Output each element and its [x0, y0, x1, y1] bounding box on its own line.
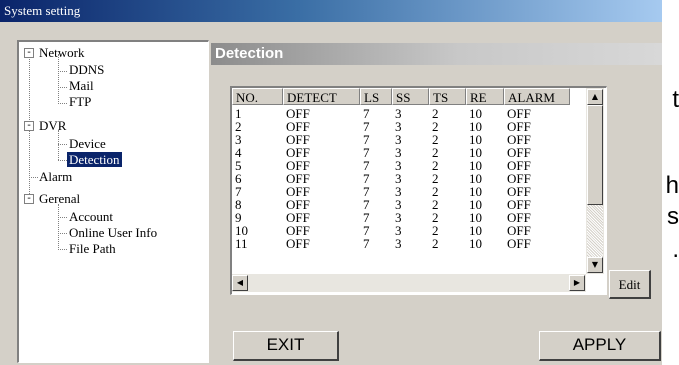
tree-item-account[interactable]: Account: [69, 209, 113, 224]
system-setting-window: System setting - Network DDNS Mail FTP -…: [0, 0, 662, 365]
window-title: System setting: [4, 3, 81, 18]
tree-item-alarm[interactable]: Alarm: [39, 169, 72, 184]
cell-ts: 2: [432, 236, 439, 251]
tree-connector: [58, 71, 67, 72]
table-body: 1 OFF 7 3 2 10 OFF 2 OFF 7 3 2 10 OFF 3 OFF 7 3 2 10 OFF 4 OFF…: [232, 107, 586, 250]
horizontal-scrollbar[interactable]: ◀ ▶: [232, 274, 586, 292]
cell-ls: 7: [363, 236, 370, 251]
panel-title: Detection: [215, 45, 284, 62]
tree-connector: [58, 130, 59, 160]
tree-item-general[interactable]: Gerenal: [39, 191, 80, 206]
tree-item-detection[interactable]: Detection: [67, 152, 122, 167]
column-header-ls[interactable]: LS: [360, 88, 392, 105]
table-row[interactable]: 11 OFF 7 3 2 10 OFF: [232, 237, 586, 250]
tree-item-network[interactable]: Network: [39, 45, 85, 60]
apply-button[interactable]: APPLY: [539, 331, 661, 361]
vertical-scrollbar[interactable]: ▲ ▼: [586, 88, 604, 274]
panel-header: Detection: [211, 43, 662, 65]
tree-item-ftp[interactable]: FTP: [69, 94, 91, 109]
tree-item-dvr[interactable]: DVR: [39, 118, 66, 133]
tree-item-device[interactable]: Device: [69, 136, 106, 151]
edit-button[interactable]: Edit: [609, 270, 651, 299]
detection-table[interactable]: NO. DETECT LS SS TS RE ALARM 1 OFF 7 3 2 10 OF…: [230, 86, 607, 295]
tree-item-online-user-info[interactable]: Online User Info: [69, 225, 157, 240]
tree-connector: [58, 249, 67, 250]
scroll-up-icon[interactable]: ▲: [587, 89, 603, 105]
column-header-ts[interactable]: TS: [429, 88, 466, 105]
background-fragment: h: [665, 172, 679, 199]
background-fragment: .: [672, 236, 679, 263]
tree-item-ddns[interactable]: DDNS: [69, 62, 104, 77]
scroll-down-icon[interactable]: ▼: [587, 257, 603, 273]
tree-item-file-path[interactable]: File Path: [69, 241, 116, 256]
tree-connector: [58, 160, 67, 161]
title-bar[interactable]: System setting: [0, 0, 662, 22]
column-header-detect[interactable]: DETECT: [283, 88, 360, 105]
tree-connector: [58, 144, 67, 145]
scroll-left-icon[interactable]: ◀: [232, 275, 248, 291]
tree-connector: [58, 103, 67, 104]
scroll-right-icon[interactable]: ▶: [569, 275, 585, 291]
cell-detect: OFF: [286, 236, 310, 251]
scroll-track[interactable]: [587, 205, 603, 257]
column-header-re[interactable]: RE: [466, 88, 504, 105]
tree-connector: [58, 87, 67, 88]
settings-tree[interactable]: - Network DDNS Mail FTP - DVR Device Det…: [17, 40, 209, 363]
cell-alarm: OFF: [507, 236, 531, 251]
tree-connector: [58, 54, 59, 104]
tree-connector: [58, 233, 67, 234]
collapse-network-icon[interactable]: -: [24, 48, 34, 58]
tree-connector: [29, 177, 38, 178]
cell-ss: 3: [395, 236, 402, 251]
background-fragment: t: [672, 86, 679, 113]
collapse-general-icon[interactable]: -: [24, 194, 34, 204]
tree-connector: [58, 204, 59, 250]
scroll-thumb[interactable]: [587, 105, 603, 205]
exit-button[interactable]: EXIT: [233, 331, 339, 361]
table-header: NO. DETECT LS SS TS RE ALARM: [232, 88, 586, 107]
tree-item-mail[interactable]: Mail: [69, 78, 94, 93]
background-fragment: s: [667, 203, 679, 230]
tree-connector: [58, 217, 67, 218]
column-header-alarm[interactable]: ALARM: [504, 88, 570, 105]
column-header-no[interactable]: NO.: [232, 88, 283, 105]
collapse-dvr-icon[interactable]: -: [24, 121, 34, 131]
cell-re: 10: [469, 236, 482, 251]
column-header-ss[interactable]: SS: [392, 88, 429, 105]
cell-no: 11: [235, 236, 248, 251]
